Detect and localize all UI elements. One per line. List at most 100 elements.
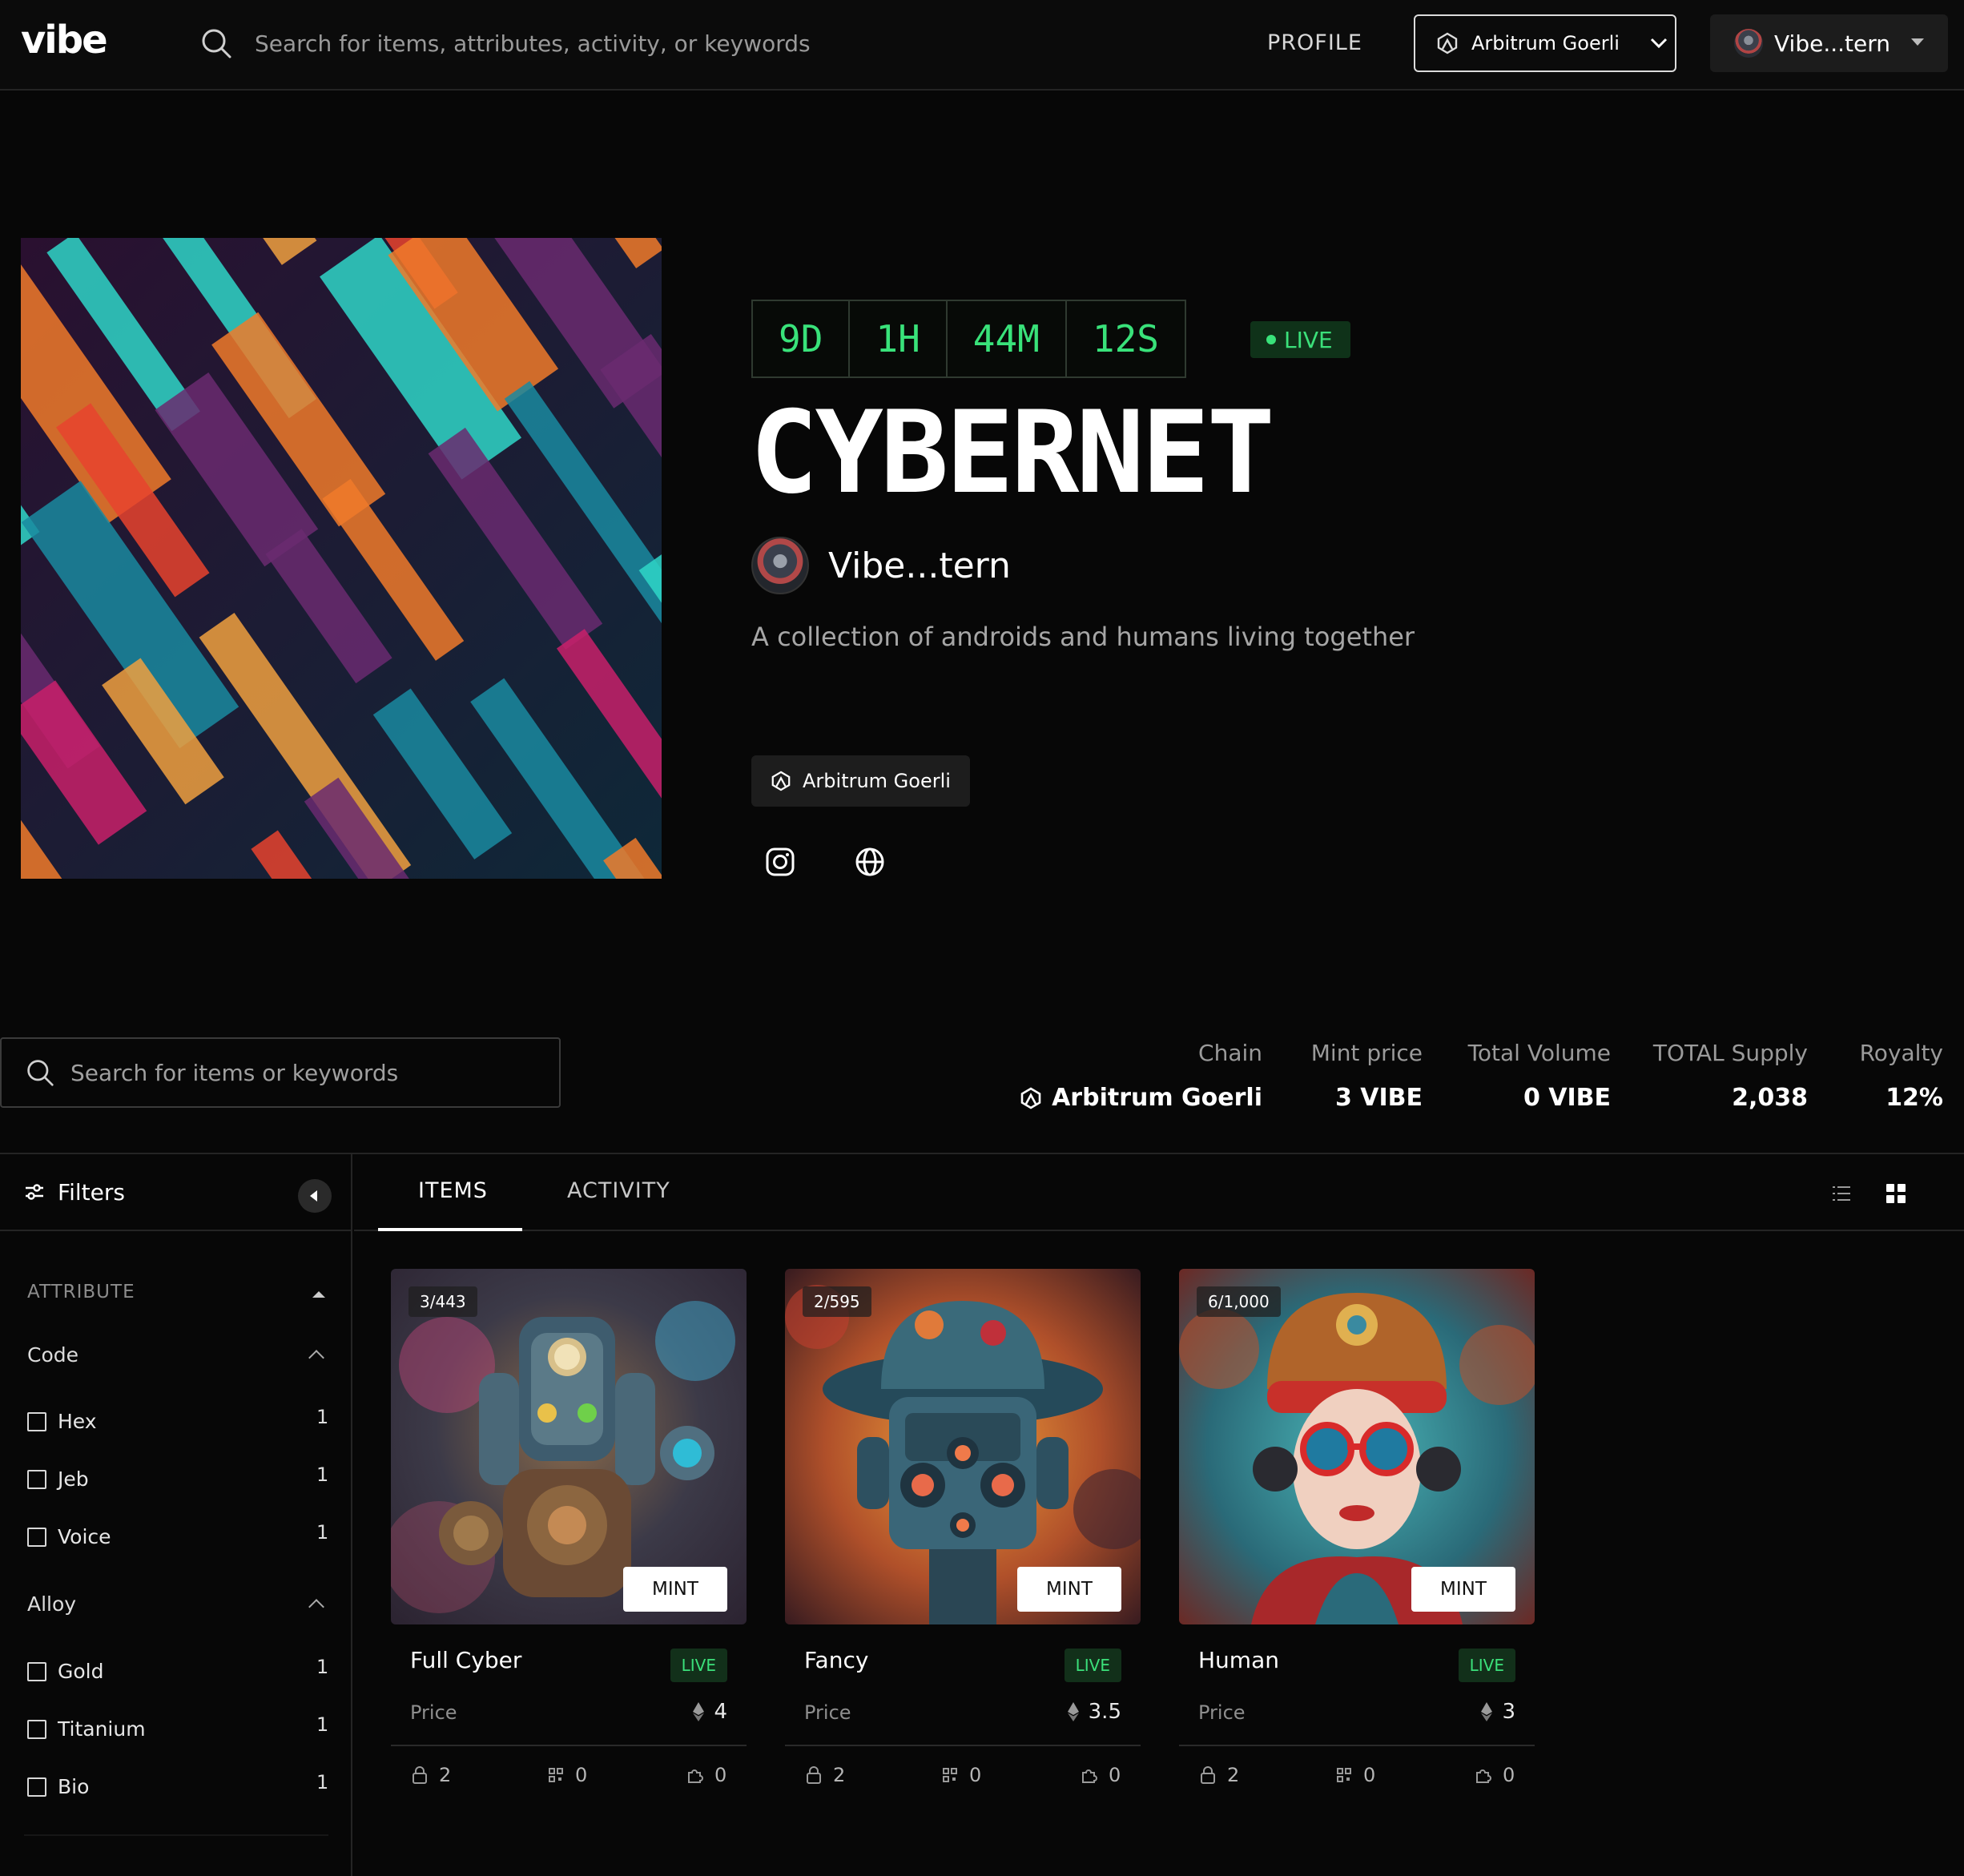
chevron-up-icon[interactable] — [308, 1599, 324, 1615]
tab-items[interactable]: ITEMS — [418, 1178, 488, 1203]
card-stat-grid: 0 — [1336, 1764, 1375, 1786]
mint-button[interactable]: MINT — [1411, 1567, 1515, 1612]
nft-card-name[interactable]: Fancy — [804, 1647, 868, 1673]
filter-option-gold[interactable]: Gold — [27, 1660, 103, 1683]
nft-card-image[interactable]: 6/1,000 MINT — [1179, 1269, 1535, 1624]
card-stat-value: 0 — [714, 1764, 727, 1786]
countdown-hours: 1H — [850, 301, 948, 376]
filter-option-count: 1 — [316, 1521, 329, 1544]
creator-name[interactable]: Vibe...tern — [828, 545, 1011, 586]
chevron-up-icon[interactable] — [308, 1350, 324, 1366]
filter-option-count: 1 — [316, 1771, 329, 1793]
card-stat-value: 0 — [1109, 1764, 1121, 1786]
stat-royalty: Royalty 12% — [1860, 1040, 1943, 1112]
grid-view-icon[interactable] — [1886, 1184, 1906, 1203]
network-selector-button[interactable]: Arbitrum Goerli — [1414, 14, 1676, 72]
price-label: Price — [1198, 1701, 1246, 1724]
filter-option-bio[interactable]: Bio — [27, 1775, 89, 1798]
filter-group-code[interactable]: Code — [27, 1343, 78, 1367]
stat-total-volume: Total Volume 0 VIBE — [1468, 1040, 1611, 1112]
filter-option-jeb[interactable]: Jeb — [27, 1467, 89, 1491]
card-stat-value: 0 — [1503, 1764, 1515, 1786]
price-label: Price — [804, 1701, 851, 1724]
checkbox[interactable] — [27, 1469, 46, 1489]
filter-group-alloy[interactable]: Alloy — [27, 1592, 76, 1616]
instagram-icon[interactable] — [763, 844, 798, 880]
checkbox[interactable] — [27, 1777, 46, 1797]
arbitrum-icon — [1020, 1086, 1041, 1109]
nft-card-image[interactable]: 3/443 MINT — [391, 1269, 747, 1624]
filter-option-voice[interactable]: Voice — [27, 1525, 111, 1548]
filter-option-count: 1 — [316, 1656, 329, 1678]
filter-option-label: Bio — [58, 1775, 90, 1798]
stat-chain-text: Arbitrum Goerli — [1052, 1084, 1262, 1112]
caret-up-icon[interactable] — [312, 1291, 325, 1298]
card-divider — [1179, 1745, 1535, 1746]
filter-option-count: 1 — [316, 1406, 329, 1428]
card-stat-value: 2 — [439, 1764, 452, 1786]
stat-royalty-label: Royalty — [1859, 1040, 1943, 1066]
vibe-logo[interactable]: vibe — [21, 18, 108, 62]
items-search-input[interactable] — [70, 1059, 519, 1086]
stat-mint-price-value: 3 VIBE — [1334, 1084, 1423, 1112]
items-search-box[interactable] — [0, 1037, 561, 1108]
qr-icon — [943, 1768, 957, 1782]
price-value: 3 — [1502, 1700, 1515, 1724]
stat-total-volume-value: 0 VIBE — [1523, 1084, 1611, 1112]
checkbox[interactable] — [27, 1527, 46, 1547]
card-stat-value: 0 — [575, 1764, 588, 1786]
profile-link[interactable]: PROFILE — [1267, 30, 1362, 55]
edition-badge: 6/1,000 — [1197, 1286, 1281, 1317]
active-tab-indicator — [378, 1228, 522, 1231]
live-status-badge: LIVE — [1250, 321, 1350, 358]
stat-royalty-value: 12% — [1886, 1084, 1943, 1112]
stat-chain: Chain Arbitrum Goerli — [1020, 1040, 1262, 1112]
arbitrum-icon — [771, 771, 791, 791]
nft-card[interactable]: 3/443 MINT Full Cyber LIVE Price 4 2 0 0 — [391, 1269, 747, 1786]
checkbox[interactable] — [27, 1411, 46, 1431]
chain-pill: Arbitrum Goerli — [751, 755, 970, 807]
nft-card-image[interactable]: 2/595 MINT — [785, 1269, 1141, 1624]
stat-mint-price: Mint price 3 VIBE — [1311, 1040, 1423, 1112]
nft-card[interactable]: 2/595 MINT Fancy LIVE Price 3.5 2 0 0 — [785, 1269, 1141, 1786]
mint-button[interactable]: MINT — [623, 1567, 727, 1612]
nft-card[interactable]: 6/1,000 MINT Human LIVE Price 3 2 0 0 — [1179, 1269, 1535, 1786]
creator-avatar[interactable] — [751, 537, 809, 594]
filter-option-label: Gold — [58, 1660, 104, 1683]
tab-activity[interactable]: ACTIVITY — [567, 1178, 670, 1203]
filter-option-titanium[interactable]: Titanium — [27, 1717, 146, 1741]
ethereum-icon — [1481, 1702, 1493, 1721]
global-search-input[interactable] — [255, 24, 1136, 62]
card-stat-grid: 0 — [942, 1764, 981, 1786]
caret-down-icon — [1911, 38, 1924, 46]
filter-option-label: Jeb — [58, 1467, 89, 1491]
qr-icon — [1337, 1768, 1351, 1782]
price-label: Price — [410, 1701, 457, 1724]
filters-header: Filters — [0, 1154, 351, 1231]
nft-card-name[interactable]: Human — [1198, 1647, 1279, 1673]
attribute-section-label[interactable]: ATTRIBUTE — [27, 1282, 135, 1302]
stat-total-supply: TOTAL Supply 2,038 — [1653, 1040, 1808, 1112]
price-value: 3.5 — [1088, 1700, 1121, 1724]
nft-card-name[interactable]: Full Cyber — [410, 1647, 521, 1673]
collapse-sidebar-button[interactable] — [298, 1179, 332, 1213]
edition-badge: 2/595 — [803, 1286, 871, 1317]
filter-option-count: 1 — [316, 1463, 329, 1486]
mint-button[interactable]: MINT — [1017, 1567, 1121, 1612]
top-navigation-bar: vibe PROFILE Arbitrum Goerli Vibe...tern — [0, 0, 1964, 91]
filters-sidebar: Filters ATTRIBUTE Code Hex 1 Jeb 1 Voice… — [0, 1154, 352, 1876]
account-menu-button[interactable]: Vibe...tern — [1710, 14, 1948, 72]
sidebar-divider — [24, 1834, 328, 1836]
ethereum-icon — [1067, 1702, 1079, 1721]
filter-option-hex[interactable]: Hex — [27, 1410, 97, 1433]
checkbox[interactable] — [27, 1661, 46, 1681]
stat-chain-label: Chain — [1198, 1040, 1262, 1066]
list-view-icon[interactable] — [1832, 1185, 1851, 1202]
collection-cover-image — [21, 238, 662, 879]
filter-option-label: Voice — [58, 1525, 111, 1548]
checkbox[interactable] — [27, 1719, 46, 1739]
search-icon — [27, 1060, 54, 1086]
globe-icon[interactable] — [852, 844, 887, 880]
price-value: 4 — [714, 1700, 727, 1724]
creator-info[interactable]: Vibe...tern — [751, 537, 1011, 594]
